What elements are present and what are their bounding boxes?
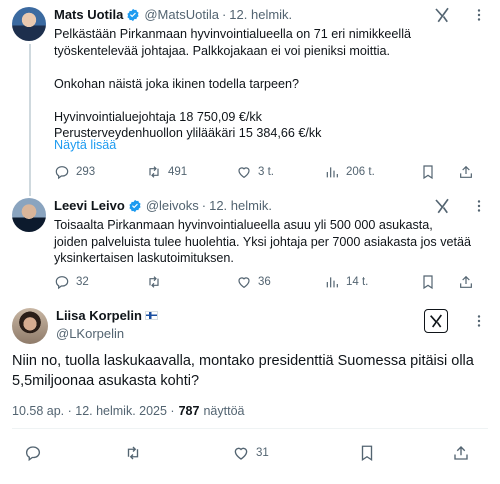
tweet-header: Mats Uotila @MatsUotila · 12. helmik. — [54, 7, 292, 22]
share-button[interactable] — [452, 444, 476, 462]
author-name[interactable]: Mats Uotila — [54, 7, 123, 22]
tweet-date[interactable]: 12. helmik. — [209, 198, 272, 213]
show-more-link[interactable]: Näytä lisää — [54, 138, 116, 152]
repost-icon — [149, 276, 159, 288]
share-icon — [454, 446, 468, 460]
heart-icon — [238, 277, 250, 289]
author-name[interactable]: Leevi Leivo — [54, 198, 125, 213]
bookmark-button[interactable] — [358, 444, 382, 462]
avatar[interactable] — [12, 308, 48, 344]
tweet-2[interactable]: Leevi Leivo @leivoks · 12. helmik. Toisa… — [0, 190, 500, 296]
view-count: 14 t. — [346, 276, 369, 288]
tweet-3-focused: Liisa Korpelin @LKorpelin Niin no, tuoll… — [0, 296, 500, 484]
repost-button[interactable] — [124, 444, 148, 462]
tweet-actions: 31 — [12, 444, 492, 462]
repost-button[interactable] — [146, 274, 168, 290]
bookmark-icon — [423, 275, 433, 290]
view-count: 787 — [178, 404, 200, 418]
like-button[interactable]: 31 — [232, 444, 269, 462]
heart-icon — [238, 167, 250, 179]
tweet-actions: 32 36 14 t. — [54, 274, 494, 292]
repost-icon — [149, 166, 159, 178]
tweet-text: Toisaalta Pirkanmaan hyvinvointialueella… — [54, 218, 472, 265]
grok-icon[interactable] — [433, 6, 451, 24]
views-button[interactable]: 206 t. — [324, 164, 375, 180]
grok-icon[interactable] — [433, 197, 451, 215]
tweet-text: Niin no, tuolla laskukaavalla, montako p… — [12, 353, 474, 389]
like-button[interactable]: 3 t. — [236, 164, 274, 180]
view-count: 206 t. — [346, 166, 375, 178]
more-options-icon[interactable] — [472, 6, 486, 24]
share-button[interactable] — [458, 164, 480, 180]
finland-flag-icon — [144, 311, 158, 320]
bookmark-button[interactable] — [420, 274, 442, 290]
repost-icon — [127, 446, 139, 460]
tweet-header: Liisa Korpelin — [56, 308, 158, 323]
like-count: 31 — [256, 447, 269, 459]
more-options-icon[interactable] — [472, 197, 486, 215]
tweet-timestamp-row: 10.58 ap. · 12. helmik. 2025 · 787 näytt… — [12, 404, 244, 418]
reply-button[interactable]: 32 — [54, 274, 89, 290]
reply-count: 293 — [76, 166, 96, 178]
author-handle[interactable]: @leivoks — [146, 198, 199, 213]
views-chart-icon — [326, 277, 338, 288]
like-count: 3 t. — [258, 166, 274, 178]
tweet-actions: 293 491 3 t. 206 t. — [54, 164, 494, 182]
tweet-date[interactable]: 12. helmik. — [229, 7, 292, 22]
reply-icon — [25, 446, 41, 462]
share-button[interactable] — [458, 274, 480, 290]
views-chart-icon — [326, 167, 338, 178]
verified-badge-icon — [127, 8, 139, 21]
views-label: näyttöä — [203, 404, 245, 418]
like-count: 36 — [258, 276, 271, 288]
author-handle[interactable]: @MatsUotila — [144, 7, 219, 22]
share-icon — [460, 275, 472, 288]
more-options-icon[interactable] — [472, 312, 486, 330]
heart-icon — [234, 447, 248, 460]
separator-dot: · — [201, 198, 207, 213]
avatar[interactable] — [12, 198, 46, 232]
reply-icon — [55, 276, 69, 290]
verified-badge-icon — [129, 199, 141, 212]
grok-button[interactable] — [424, 309, 448, 333]
bookmark-button[interactable] — [420, 164, 442, 180]
like-button[interactable]: 36 — [236, 274, 271, 290]
author-handle[interactable]: @LKorpelin — [56, 326, 124, 341]
reply-icon — [55, 166, 69, 180]
tweet-timestamp[interactable]: 10.58 ap. · 12. helmik. 2025 · — [12, 404, 175, 418]
reply-count: 32 — [76, 276, 89, 288]
reply-button[interactable]: 293 — [54, 164, 95, 180]
tweet-text: Pelkästään Pirkanmaan hyvinvointialueell… — [54, 27, 412, 140]
repost-button[interactable]: 491 — [146, 164, 187, 180]
grok-icon — [430, 314, 442, 328]
thread-line — [29, 190, 31, 196]
reply-button[interactable] — [24, 444, 48, 462]
repost-count: 491 — [168, 166, 188, 178]
views-button[interactable]: 14 t. — [324, 274, 368, 290]
divider — [12, 428, 488, 429]
bookmark-icon — [423, 165, 433, 180]
tweet-1[interactable]: Mats Uotila @MatsUotila · 12. helmik. Pe… — [0, 0, 500, 194]
separator-dot: · — [221, 7, 227, 22]
author-handle-row: @LKorpelin — [56, 326, 124, 341]
tweet-header: Leevi Leivo @leivoks · 12. helmik. — [54, 198, 272, 213]
thread-line — [29, 44, 31, 194]
bookmark-icon — [361, 445, 373, 462]
author-name[interactable]: Liisa Korpelin — [56, 308, 142, 323]
share-icon — [460, 165, 472, 178]
avatar[interactable] — [12, 7, 46, 41]
